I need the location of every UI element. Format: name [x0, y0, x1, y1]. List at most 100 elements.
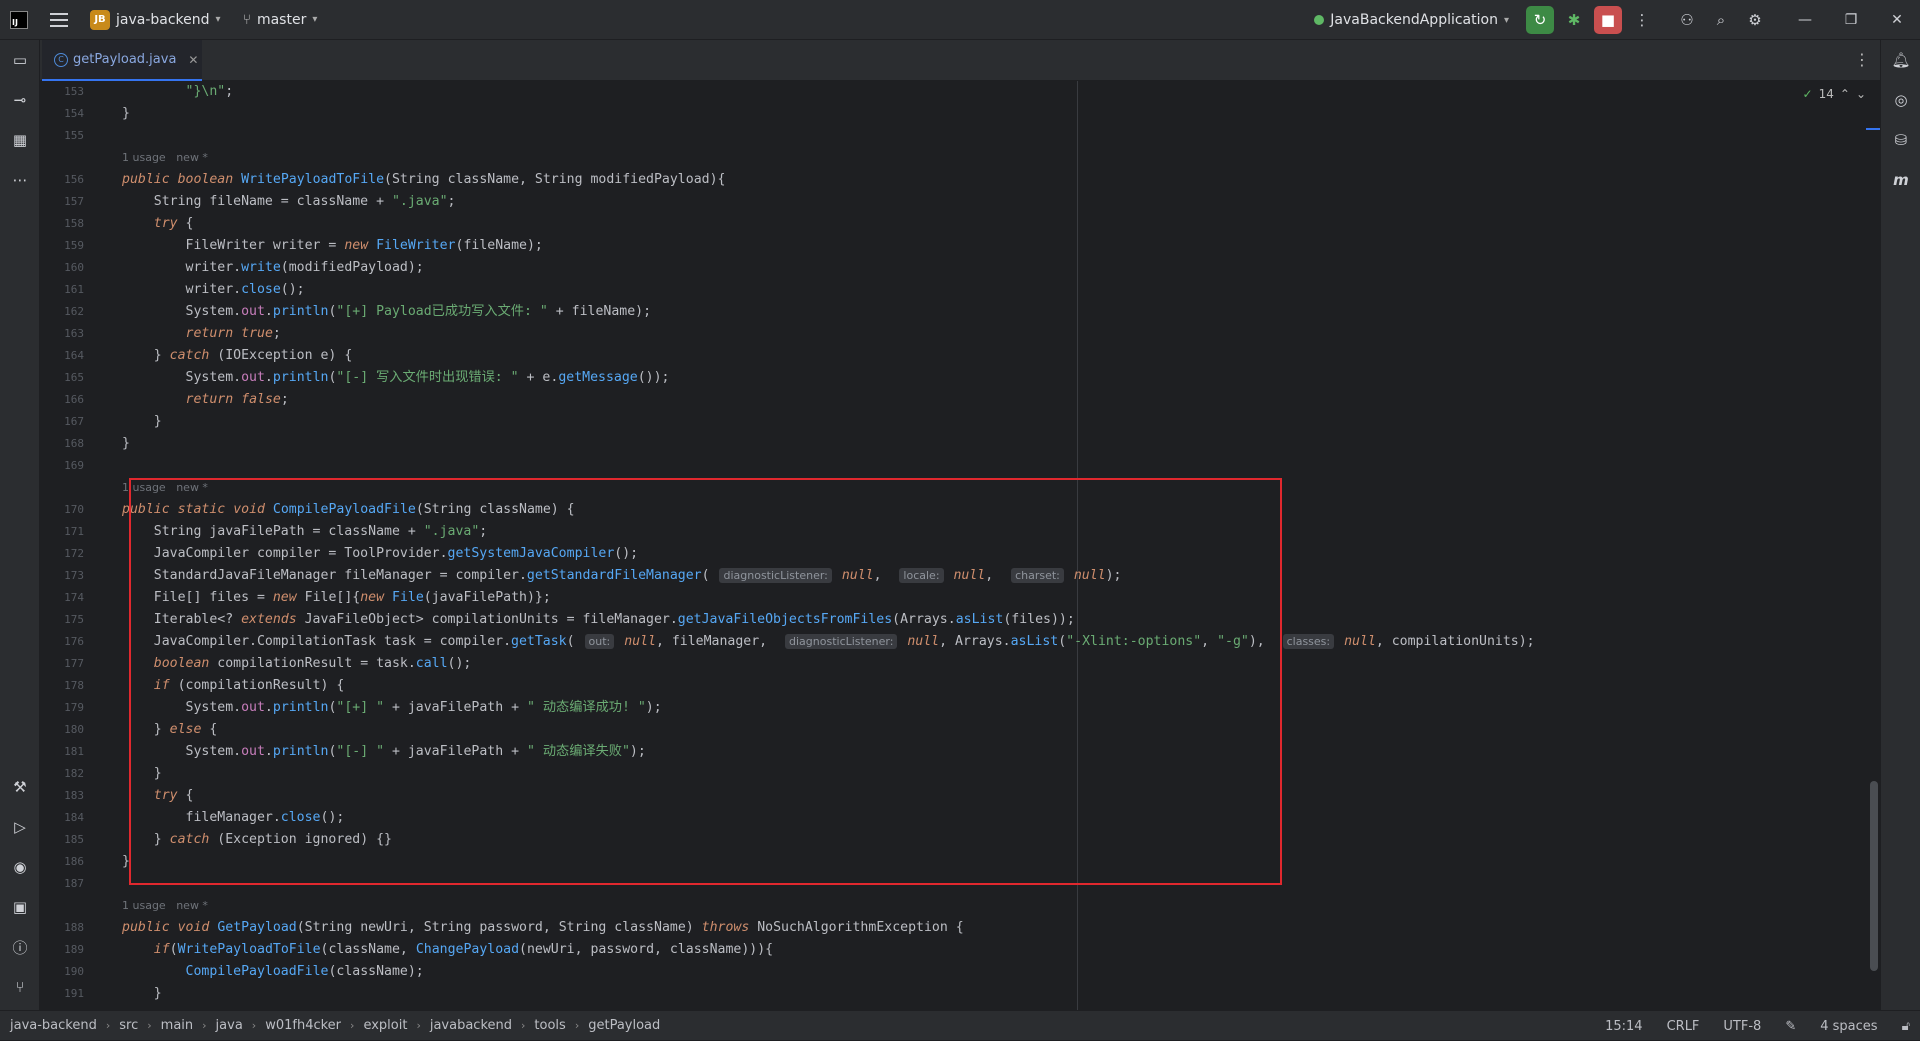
- breadcrumb-separator-icon: ›: [105, 1019, 111, 1032]
- lock-icon[interactable]: 🔓︎: [1902, 1019, 1910, 1034]
- inspection-count: 14: [1818, 87, 1834, 101]
- file-encoding[interactable]: UTF-8: [1723, 1019, 1761, 1034]
- inspection-widget[interactable]: ✓ 14 ⌃ ⌄: [1803, 87, 1866, 101]
- chevron-down-icon: ▾: [312, 14, 318, 25]
- status-bar: java-backend › src › main › java › w01fh4cker › ex…: [0, 1010, 1920, 1040]
- project-badge: JB: [90, 9, 110, 30]
- restore-button[interactable]: ❐: [1828, 0, 1874, 40]
- code-line[interactable]: String fileName = className + ".java";: [122, 191, 456, 213]
- right-tool-window-bar: 🔔︎ ◎ ⛁ m: [1880, 40, 1920, 1010]
- breadcrumb-separator-icon: ›: [251, 1019, 257, 1032]
- code-line[interactable]: return false;: [122, 389, 289, 411]
- services-icon[interactable]: ◉: [8, 855, 32, 879]
- code-line[interactable]: System.out.println("[-] 写入文件时出现错误: " + e…: [122, 367, 670, 389]
- project-folder-icon[interactable]: ▭: [8, 48, 32, 72]
- code-line[interactable]: CompilePayloadFile(className);: [122, 961, 424, 983]
- vertical-scrollbar[interactable]: [1870, 781, 1878, 971]
- code-line[interactable]: public void GetPayload(String newUri, St…: [122, 917, 964, 939]
- add-user-icon[interactable]: ⚇: [1673, 6, 1701, 34]
- breadcrumb: java-backend › src › main › java › w01fh4cker › ex…: [10, 1018, 660, 1033]
- title-bar: IJ JB java-backend ▾ ⑂ master ▾ JavaBack…: [0, 0, 1920, 40]
- code-line[interactable]: }: [122, 103, 130, 125]
- branch-selector[interactable]: ⑂ master ▾: [243, 12, 318, 28]
- breadcrumb-item[interactable]: javabackend: [430, 1018, 512, 1033]
- usage-hint[interactable]: 1 usage new *: [122, 899, 208, 912]
- project-selector[interactable]: JB java-backend ▾: [90, 9, 221, 30]
- code-line[interactable]: writer.close();: [122, 279, 305, 301]
- breadcrumb-item[interactable]: java-backend: [10, 1018, 97, 1033]
- check-icon: ✓: [1802, 87, 1813, 101]
- ai-assistant-icon[interactable]: ◎: [1889, 88, 1913, 112]
- git-branch-icon: ⑂: [242, 11, 251, 28]
- line-separator[interactable]: CRLF: [1667, 1019, 1700, 1034]
- code-line[interactable]: FileWriter writer = new FileWriter(fileN…: [122, 235, 543, 257]
- tab-getpayload-java[interactable]: C getPayload.java ✕: [42, 40, 202, 81]
- terminal-icon[interactable]: ▣: [8, 895, 32, 919]
- breadcrumb-separator-icon: ›: [574, 1019, 580, 1032]
- more-actions-icon[interactable]: ⋮: [1628, 6, 1656, 34]
- breadcrumb-item[interactable]: exploit: [363, 1018, 407, 1033]
- commit-icon[interactable]: ⊸: [8, 88, 32, 112]
- code-line[interactable]: public boolean WritePayloadToFile(String…: [122, 169, 725, 191]
- code-line[interactable]: return true;: [122, 323, 281, 345]
- rerun-button[interactable]: ↻: [1526, 6, 1554, 34]
- main-menu-icon[interactable]: [50, 12, 68, 27]
- settings-gear-icon[interactable]: ⚙: [1741, 6, 1769, 34]
- close-window-button[interactable]: ✕: [1874, 0, 1920, 40]
- git-icon[interactable]: ⑂: [8, 975, 32, 999]
- highlight-annotation-box: [129, 478, 1282, 885]
- problems-icon[interactable]: ⓘ: [8, 935, 32, 959]
- minimize-button[interactable]: —: [1782, 0, 1828, 40]
- chevron-down-icon: ▾: [1503, 14, 1509, 26]
- build-hammer-icon[interactable]: ⚒: [8, 775, 32, 799]
- run-icon[interactable]: ▷: [8, 815, 32, 839]
- project-name: java-backend: [116, 11, 210, 28]
- breadcrumb-item[interactable]: src: [119, 1018, 138, 1033]
- editor-tab-bar: C getPayload.java ✕ ⋮: [40, 40, 1880, 81]
- breadcrumb-separator-icon: ›: [147, 1019, 152, 1032]
- close-tab-icon[interactable]: ✕: [188, 53, 198, 67]
- breadcrumb-item[interactable]: main: [161, 1018, 193, 1033]
- chevron-down-icon: ▾: [215, 14, 221, 25]
- more-tools-icon[interactable]: ⋯: [8, 168, 32, 192]
- code-line[interactable]: "}\n";: [122, 81, 234, 103]
- chevron-up-icon[interactable]: ⌃: [1840, 87, 1850, 101]
- debug-button[interactable]: ✱: [1560, 6, 1588, 34]
- stop-button[interactable]: ■: [1594, 6, 1622, 34]
- left-tool-window-bar: ▭ ⊸ ▦ ⋯ ⚒ ▷ ◉ ▣ ⓘ ⑂: [0, 40, 40, 1010]
- structure-icon[interactable]: ▦: [8, 128, 32, 152]
- run-configuration-name: JavaBackendApplication: [1330, 12, 1498, 28]
- code-editor[interactable]: 153 154 155 156 157 158 159 160 161 162 163 164 165 1…: [40, 81, 1880, 1010]
- code-line[interactable]: }: [122, 433, 130, 455]
- maven-icon[interactable]: m: [1889, 168, 1913, 192]
- code-line[interactable]: } catch (IOException e) {: [122, 345, 353, 367]
- caret-position[interactable]: 15:14: [1605, 1019, 1642, 1034]
- code-line[interactable]: try {: [122, 213, 194, 235]
- code-line[interactable]: System.out.println("[+] Payload已成功写入文件: …: [122, 301, 652, 323]
- breadcrumb-separator-icon: ›: [202, 1019, 207, 1032]
- notifications-bell-icon[interactable]: 🔔︎: [1889, 48, 1913, 72]
- run-configuration-selector[interactable]: JavaBackendApplication ▾: [1314, 12, 1509, 28]
- chevron-down-icon[interactable]: ⌄: [1856, 87, 1866, 101]
- code-line[interactable]: }: [122, 411, 162, 433]
- code-line[interactable]: if(WritePayloadToFile(className, ChangeP…: [122, 939, 773, 961]
- search-icon[interactable]: ⌕: [1707, 6, 1735, 34]
- breadcrumb-separator-icon: ›: [350, 1019, 355, 1032]
- branch-name: master: [256, 11, 307, 28]
- breadcrumb-separator-icon: ›: [416, 1019, 421, 1032]
- indent-setting[interactable]: 4 spaces: [1820, 1019, 1877, 1034]
- intellij-logo-icon: IJ: [10, 10, 28, 29]
- breadcrumb-item[interactable]: getPayload: [588, 1018, 660, 1033]
- database-icon[interactable]: ⛁: [1889, 128, 1913, 152]
- breadcrumb-item[interactable]: tools: [534, 1018, 565, 1033]
- scroll-marker: [1866, 128, 1880, 130]
- breadcrumb-item[interactable]: w01fh4cker: [265, 1018, 341, 1033]
- breadcrumb-item[interactable]: java: [216, 1018, 243, 1033]
- usage-hint[interactable]: 1 usage new *: [122, 151, 208, 164]
- java-class-icon: C: [54, 52, 68, 67]
- readonly-toggle-icon[interactable]: ✎: [1785, 1019, 1796, 1034]
- code-line[interactable]: writer.write(modifiedPayload);: [122, 257, 424, 279]
- tab-options-icon[interactable]: ⋮: [1854, 50, 1870, 69]
- code-line[interactable]: }: [122, 983, 162, 1005]
- spring-boot-icon: [1314, 15, 1325, 25]
